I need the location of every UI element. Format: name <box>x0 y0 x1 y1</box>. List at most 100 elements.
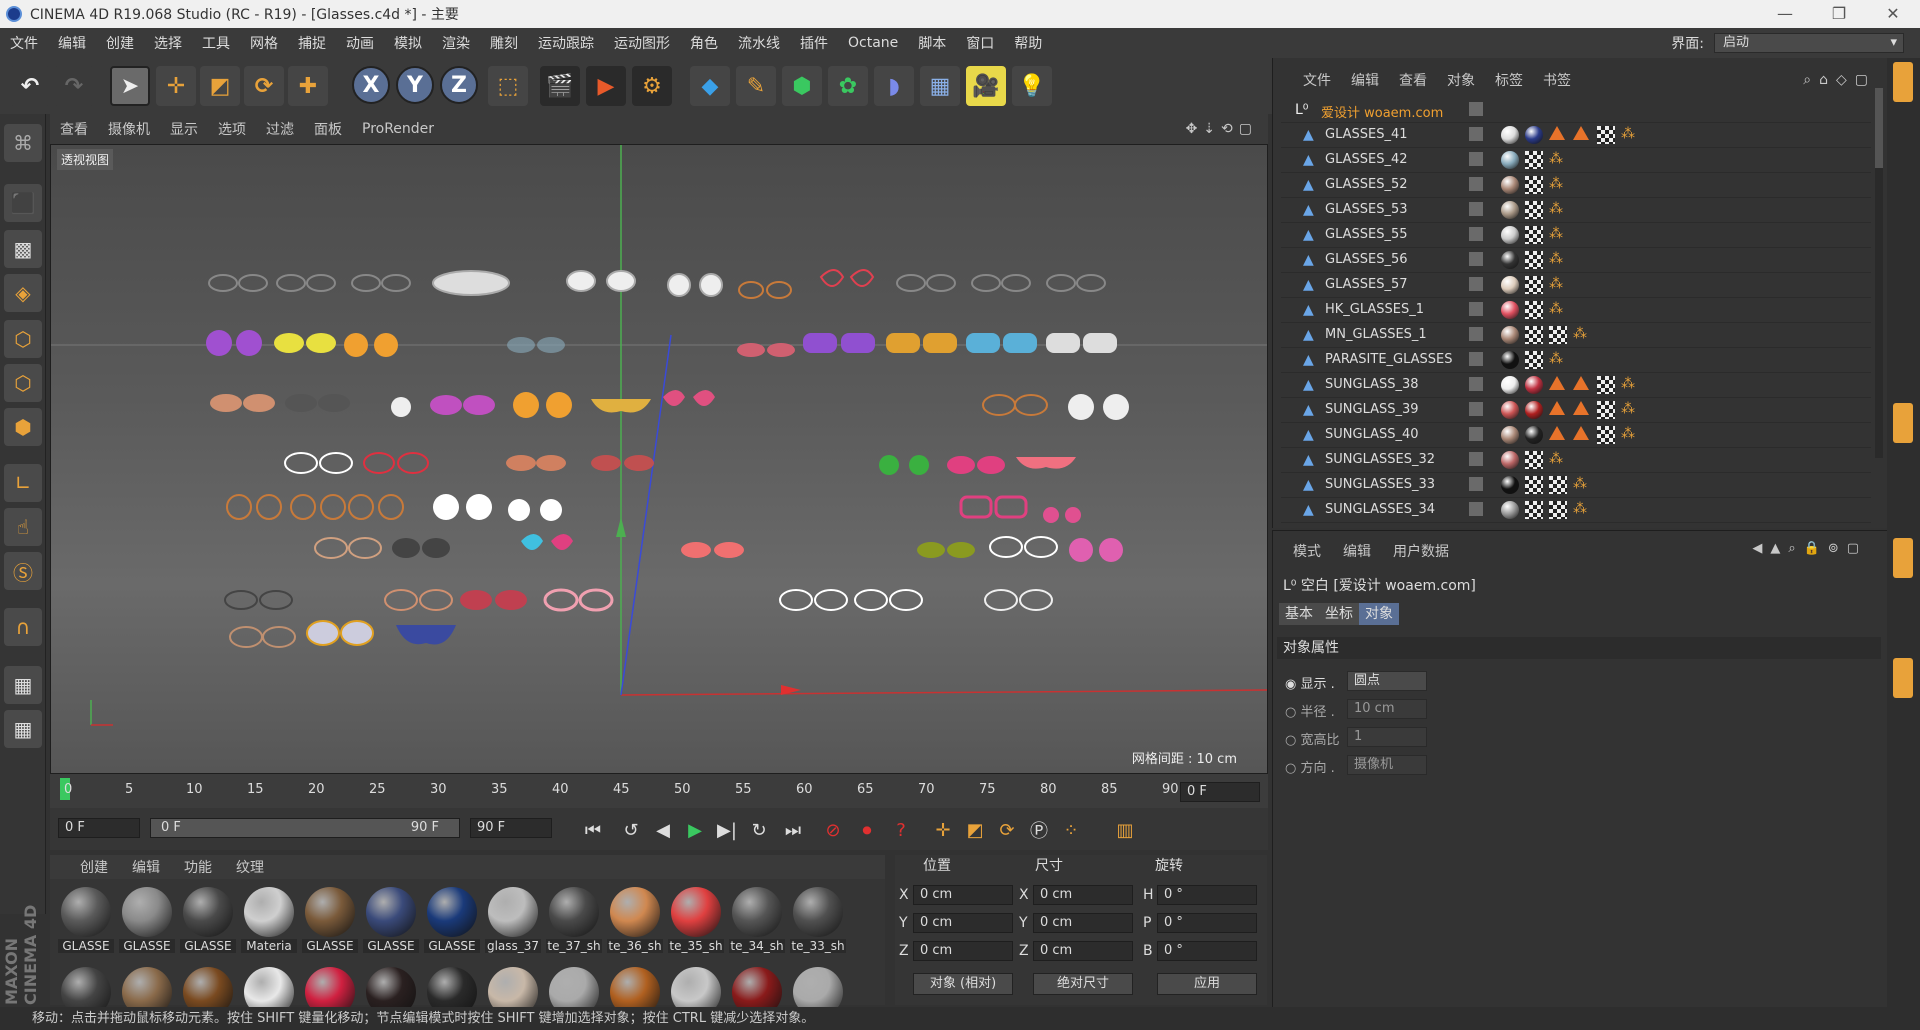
selection-tag-icon[interactable]: ⁂ <box>1621 126 1639 144</box>
material-tag-icon[interactable] <box>1501 401 1519 419</box>
object-row[interactable]: ▲ MN_GLASSES_1 ⁂ <box>1281 323 1871 348</box>
coordinate-system-icon[interactable]: ⬚ <box>488 66 528 106</box>
undo-icon[interactable]: ↶ <box>10 66 50 106</box>
record-active-icon[interactable]: ⊘ <box>820 818 846 842</box>
selection-tag-icon[interactable]: ⁂ <box>1621 426 1639 444</box>
visibility-toggle[interactable] <box>1469 302 1483 316</box>
render-picture-viewer-icon[interactable]: ▶ <box>586 66 626 106</box>
material-tag-icon[interactable] <box>1501 451 1519 469</box>
object-row[interactable]: ▲ GLASSES_56 ⁂ <box>1281 248 1871 273</box>
select-arrow-icon[interactable]: ➤ <box>110 66 150 106</box>
recent-tool-icon[interactable]: ✚ <box>288 66 328 106</box>
vp-menu-options[interactable]: 选项 <box>208 119 256 139</box>
cloner-icon[interactable]: ✿ <box>828 66 868 106</box>
rotation-h-field[interactable]: 0 ° <box>1157 885 1257 905</box>
autokey-icon[interactable]: ⏺ <box>854 818 880 842</box>
selection-tag-icon[interactable]: ⁂ <box>1549 226 1567 244</box>
keyframe-selection-icon[interactable]: ? <box>888 818 914 842</box>
object-row[interactable]: ▲ GLASSES_55 ⁂ <box>1281 223 1871 248</box>
record-rotation-icon[interactable]: ⟳ <box>994 818 1020 842</box>
attr-nav-icons[interactable]: ◀▲⌕🔒⊚▢ <box>1752 541 1867 556</box>
cube-primitive-icon[interactable]: ◆ <box>690 66 730 106</box>
apply-button[interactable]: 应用 <box>1157 973 1257 995</box>
menu-help[interactable]: 帮助 <box>1004 33 1052 53</box>
selection-tag-icon[interactable]: ⁂ <box>1621 376 1639 394</box>
selection-tag-icon[interactable]: ⁂ <box>1549 151 1567 169</box>
uvw-tag-icon[interactable] <box>1525 476 1543 494</box>
object-row[interactable]: ▲ SUNGLASSES_34 ⁂ <box>1281 498 1871 523</box>
material-swatch[interactable]: te_35_sh <box>668 887 724 953</box>
start-frame-field[interactable]: 0 F <box>58 818 140 838</box>
selection-tag-icon[interactable]: ⁂ <box>1549 451 1567 469</box>
menu-octane[interactable]: Octane <box>838 35 908 51</box>
uvw-tag-icon[interactable] <box>1525 176 1543 194</box>
menu-character[interactable]: 角色 <box>680 33 728 53</box>
uvw-tag-icon[interactable] <box>1597 126 1615 144</box>
material-tag-icon[interactable] <box>1501 326 1519 344</box>
material-tag-icon[interactable] <box>1501 276 1519 294</box>
rotation-b-field[interactable]: 0 ° <box>1157 941 1257 961</box>
object-scrollbar[interactable] <box>1875 88 1883 458</box>
end-frame-field[interactable]: 90 F <box>470 818 552 838</box>
tab-object[interactable]: 对象 <box>1359 603 1399 625</box>
visibility-toggle[interactable] <box>1469 352 1483 366</box>
timeline-ruler[interactable]: 0 5 10 15 20 25 30 35 40 45 50 55 60 65 70 75 80 85 90 0 F <box>50 774 1268 808</box>
object-row[interactable]: ▲ GLASSES_41 ⁂ <box>1281 123 1871 148</box>
menu-window[interactable]: 窗口 <box>956 33 1004 53</box>
uvw-tag-icon[interactable] <box>1525 326 1543 344</box>
current-frame-field[interactable]: 0 F <box>1180 782 1260 802</box>
vp-menu-prorender[interactable]: ProRender <box>352 121 444 137</box>
visibility-toggle[interactable] <box>1469 202 1483 216</box>
next-frame-icon[interactable]: ▶| <box>714 818 740 842</box>
phong-tag-icon[interactable] <box>1573 376 1589 390</box>
material-tag-icon[interactable] <box>1501 426 1519 444</box>
material-tag-icon[interactable] <box>1501 201 1519 219</box>
coord-mode-dropdown[interactable]: 对象 (相对) <box>913 973 1013 995</box>
position-x-field[interactable]: 0 cm <box>913 885 1013 905</box>
snap-magnet-icon[interactable]: ∩ <box>4 608 42 646</box>
material-swatch[interactable]: GLASSE <box>302 887 358 953</box>
scale-tool-icon[interactable]: ◩ <box>200 66 240 106</box>
menu-snap[interactable]: 捕捉 <box>288 33 336 53</box>
material-tag-icon[interactable] <box>1525 126 1543 144</box>
obj-menu-file[interactable]: 文件 <box>1293 70 1341 90</box>
visibility-toggle[interactable] <box>1469 402 1483 416</box>
menu-animate[interactable]: 动画 <box>336 33 384 53</box>
phong-tag-icon[interactable] <box>1549 376 1565 390</box>
workplane-lock-icon[interactable]: ▦ <box>4 666 42 704</box>
size-z-field[interactable]: 0 cm <box>1033 941 1133 961</box>
position-z-field[interactable]: 0 cm <box>913 941 1013 961</box>
menu-select[interactable]: 选择 <box>144 33 192 53</box>
visibility-toggle[interactable] <box>1469 252 1483 266</box>
visibility-toggle[interactable] <box>1469 502 1483 516</box>
phong-tag-icon[interactable] <box>1573 126 1589 140</box>
uvw-tag-icon[interactable] <box>1525 301 1543 319</box>
menu-script[interactable]: 脚本 <box>908 33 956 53</box>
pen-spline-icon[interactable]: ✎ <box>736 66 776 106</box>
make-editable-icon[interactable]: ⌘ <box>4 124 42 162</box>
visibility-toggle[interactable] <box>1469 102 1483 116</box>
material-tag-icon[interactable] <box>1501 476 1519 494</box>
uvw-tag-icon[interactable] <box>1597 376 1615 394</box>
vp-menu-view[interactable]: 查看 <box>50 119 98 139</box>
obj-menu-bookmarks[interactable]: 书签 <box>1533 70 1581 90</box>
material-swatch[interactable]: GLASSE <box>180 887 236 953</box>
object-row[interactable]: ▲ SUNGLASSES_33 ⁂ <box>1281 473 1871 498</box>
go-to-end-icon[interactable]: ⏭ <box>780 818 806 842</box>
visibility-toggle[interactable] <box>1469 377 1483 391</box>
material-swatch[interactable]: GLASSE <box>363 887 419 953</box>
material-swatch[interactable]: te_37_sh <box>546 887 602 953</box>
prop-display-dropdown[interactable]: 圆点 <box>1347 671 1427 691</box>
uvw-tag-icon[interactable] <box>1525 226 1543 244</box>
menu-mesh[interactable]: 网格 <box>240 33 288 53</box>
material-swatch[interactable]: GLASSE <box>424 887 480 953</box>
uvw-tag-icon[interactable] <box>1525 351 1543 369</box>
tweak-mode-icon[interactable]: ☝ <box>4 508 42 546</box>
object-row[interactable]: ▲ GLASSES_57 ⁂ <box>1281 273 1871 298</box>
object-row[interactable]: ▲ SUNGLASS_40 ⁂ <box>1281 423 1871 448</box>
material-tag-icon[interactable] <box>1501 151 1519 169</box>
object-row[interactable]: ▲ GLASSES_53 ⁂ <box>1281 198 1871 223</box>
selection-tag-icon[interactable]: ⁂ <box>1621 401 1639 419</box>
menu-tools[interactable]: 工具 <box>192 33 240 53</box>
obj-menu-objects[interactable]: 对象 <box>1437 70 1485 90</box>
